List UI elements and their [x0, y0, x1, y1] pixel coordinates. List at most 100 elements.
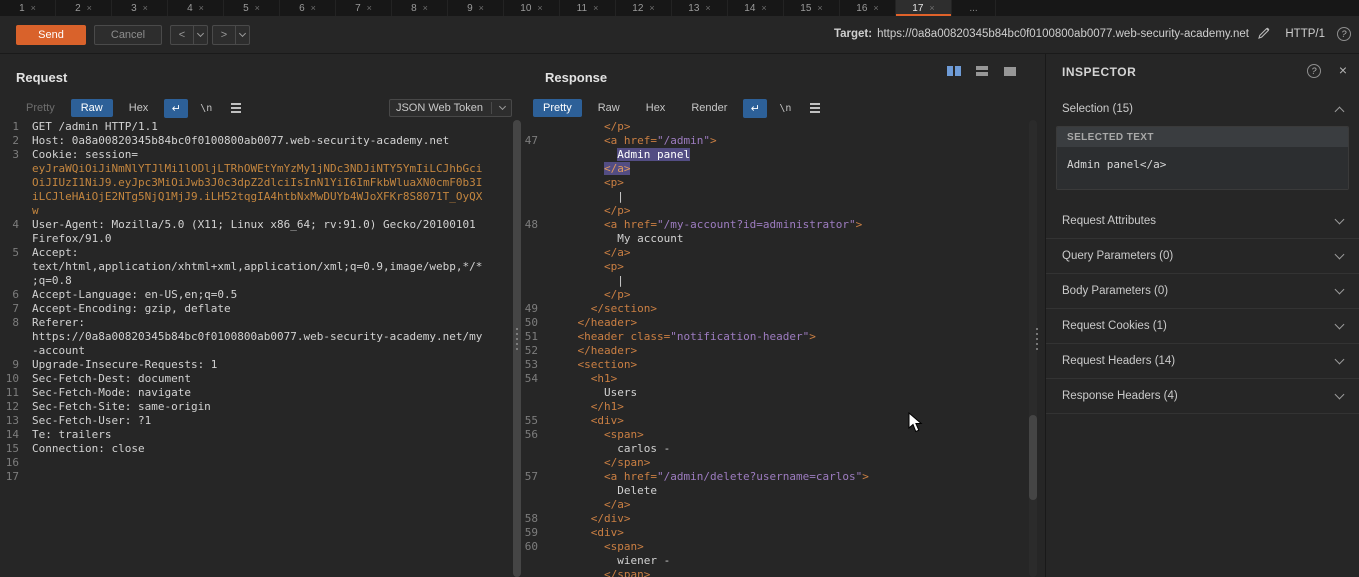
inspector-section-selection[interactable]: Selection (15)	[1046, 92, 1359, 126]
code-line[interactable]: My account	[523, 232, 1030, 246]
code-line[interactable]: 16	[0, 456, 513, 470]
code-line[interactable]: 57 <a href="/admin/delete?username=carlo…	[523, 470, 1030, 484]
code-line[interactable]: </p>	[523, 288, 1030, 302]
code-line[interactable]: wiener -	[523, 554, 1030, 568]
inspector-section-request-attributes[interactable]: Request Attributes	[1046, 204, 1359, 239]
repeater-tab-15[interactable]: 15 ×	[784, 0, 840, 16]
code-line[interactable]: 9 Upgrade-Insecure-Requests: 1	[0, 358, 513, 372]
request-view-tab-pretty[interactable]: Pretty	[16, 99, 65, 117]
code-line[interactable]: 51 <header class="notification-header">	[523, 330, 1030, 344]
code-line[interactable]: 17	[0, 470, 513, 484]
code-line[interactable]: 6 Accept-Language: en-US,en;q=0.5	[0, 288, 513, 302]
help-icon[interactable]: ?	[1337, 27, 1351, 41]
code-line[interactable]: 14 Te: trailers	[0, 428, 513, 442]
editor-menu-button[interactable]	[803, 99, 827, 118]
repeater-tab-14[interactable]: 14 ×	[728, 0, 784, 16]
code-line[interactable]: |	[523, 190, 1030, 204]
code-line[interactable]: Delete	[523, 484, 1030, 498]
code-line[interactable]: 54 <h1>	[523, 372, 1030, 386]
code-line[interactable]: Users	[523, 386, 1030, 400]
code-line[interactable]: <p>	[523, 176, 1030, 190]
close-tab-icon[interactable]: ×	[537, 3, 542, 13]
request-editor[interactable]: 1 GET /admin HTTP/1.1 2 Host: 0a8a00820345b…	[0, 120, 513, 577]
cancel-button[interactable]: Cancel	[94, 25, 162, 45]
code-line[interactable]: 59 <div>	[523, 526, 1030, 540]
code-line[interactable]: 50 </header>	[523, 316, 1030, 330]
forward-button[interactable]: >	[212, 25, 250, 45]
close-tab-icon[interactable]: ×	[367, 3, 372, 13]
code-line[interactable]: 48 <a href="/my-account?id=administrator…	[523, 218, 1030, 232]
close-tab-icon[interactable]: ×	[255, 3, 260, 13]
code-line[interactable]: </a>	[523, 498, 1030, 512]
code-line[interactable]: <p>	[523, 260, 1030, 274]
repeater-tab-5[interactable]: 5 ×	[224, 0, 280, 16]
code-line[interactable]: 2 Host: 0a8a00820345b84bc0f0100800ab0077.…	[0, 134, 513, 148]
repeater-tab-9[interactable]: 9 ×	[448, 0, 504, 16]
code-line[interactable]: |	[523, 274, 1030, 288]
response-view-tab-render[interactable]: Render	[681, 99, 737, 117]
code-line[interactable]: </a>	[523, 246, 1030, 260]
close-tab-icon[interactable]: ×	[873, 3, 878, 13]
wrap-lines-button[interactable]: ↵	[743, 98, 768, 118]
panel-splitter-handle[interactable]	[1033, 328, 1041, 350]
code-line[interactable]: 10 Sec-Fetch-Dest: document	[0, 372, 513, 386]
code-line[interactable]: Firefox/91.0	[0, 232, 513, 246]
close-tab-icon[interactable]: ×	[929, 3, 934, 13]
close-tab-icon[interactable]: ×	[817, 3, 822, 13]
inspector-section-body-parameters-0[interactable]: Body Parameters (0)	[1046, 274, 1359, 309]
code-line[interactable]: 60 <span>	[523, 540, 1030, 554]
show-newlines-button[interactable]: \n	[773, 99, 797, 118]
close-tab-icon[interactable]: ×	[87, 3, 92, 13]
editor-menu-button[interactable]	[224, 99, 248, 118]
code-line[interactable]: carlos -	[523, 442, 1030, 456]
repeater-tab-6[interactable]: 6 ×	[280, 0, 336, 16]
code-line[interactable]: 12 Sec-Fetch-Site: same-origin	[0, 400, 513, 414]
code-line[interactable]: 15 Connection: close	[0, 442, 513, 456]
code-line[interactable]: 1 GET /admin HTTP/1.1	[0, 120, 513, 134]
response-view-tab-hex[interactable]: Hex	[636, 99, 676, 117]
message-format-dropdown[interactable]: JSON Web Token	[388, 99, 512, 117]
send-button[interactable]: Send	[16, 25, 86, 45]
code-line[interactable]: 5 Accept:	[0, 246, 513, 260]
code-line[interactable]: 58 </div>	[523, 512, 1030, 526]
repeater-tab-17[interactable]: 17 ×	[896, 0, 952, 16]
help-icon[interactable]: ?	[1307, 64, 1321, 78]
rows-layout-button[interactable]	[972, 64, 992, 78]
close-tab-icon[interactable]: ×	[705, 3, 710, 13]
code-line[interactable]: 4 User-Agent: Mozilla/5.0 (X11; Linux x86…	[0, 218, 513, 232]
code-line[interactable]: </h1>	[523, 400, 1030, 414]
request-view-tab-raw[interactable]: Raw	[70, 99, 113, 117]
tab-overflow-button[interactable]: ...	[952, 0, 996, 16]
close-tab-icon[interactable]: ×	[199, 3, 204, 13]
response-view-tab-raw[interactable]: Raw	[588, 99, 630, 117]
code-line[interactable]: 49 </section>	[523, 302, 1030, 316]
inspector-section-response-headers-4[interactable]: Response Headers (4)	[1046, 379, 1359, 414]
repeater-tab-8[interactable]: 8 ×	[392, 0, 448, 16]
code-line[interactable]: </a>	[523, 162, 1030, 176]
code-line[interactable]: 11 Sec-Fetch-Mode: navigate	[0, 386, 513, 400]
close-tab-icon[interactable]: ×	[649, 3, 654, 13]
repeater-tab-2[interactable]: 2 ×	[56, 0, 112, 16]
close-tab-icon[interactable]: ×	[143, 3, 148, 13]
wrap-lines-button[interactable]: ↵	[164, 98, 189, 118]
columns-layout-button[interactable]	[944, 64, 964, 78]
code-line[interactable]: OiJIUzI1NiJ9.eyJpc3MiOiJwb3J0c3dpZ2dlciI…	[0, 176, 513, 190]
inspector-section-request-headers-14[interactable]: Request Headers (14)	[1046, 344, 1359, 379]
code-line[interactable]: iLCJleHAiOjE2NTg5NjQ1MjJ9.iLH52tqgIA4htb…	[0, 190, 513, 204]
code-line[interactable]: eyJraWQiOiJiNmNlYTJlMi1lODljLTRhOWEtYmYz…	[0, 162, 513, 176]
code-line[interactable]: 56 <span>	[523, 428, 1030, 442]
repeater-tab-11[interactable]: 11 ×	[560, 0, 616, 16]
close-tab-icon[interactable]: ×	[593, 3, 598, 13]
scrollbar-thumb[interactable]	[1029, 415, 1037, 500]
close-tab-icon[interactable]: ×	[311, 3, 316, 13]
response-view-tab-pretty[interactable]: Pretty	[533, 99, 582, 117]
code-line[interactable]: </span>	[523, 568, 1030, 577]
repeater-tab-13[interactable]: 13 ×	[672, 0, 728, 16]
single-layout-button[interactable]	[1000, 64, 1020, 78]
code-line[interactable]: 55 <div>	[523, 414, 1030, 428]
code-line[interactable]: https://0a8a00820345b84bc0f0100800ab0077…	[0, 330, 513, 344]
back-history-dropdown[interactable]	[194, 29, 207, 38]
repeater-tab-7[interactable]: 7 ×	[336, 0, 392, 16]
target-url[interactable]: https://0a8a00820345b84bc0f0100800ab0077…	[877, 28, 1249, 40]
http-version-label[interactable]: HTTP/1	[1285, 28, 1325, 40]
